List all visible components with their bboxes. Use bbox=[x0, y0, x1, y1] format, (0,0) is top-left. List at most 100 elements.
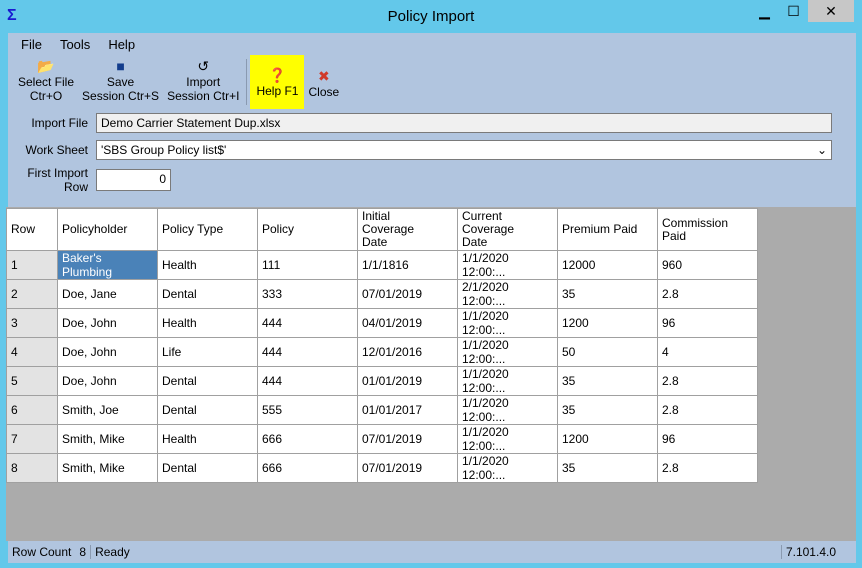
table-cell[interactable]: 96 bbox=[657, 308, 758, 338]
table-cell[interactable]: 35 bbox=[557, 279, 658, 309]
first-import-row-input[interactable]: 0 bbox=[96, 169, 171, 191]
table-cell[interactable]: Smith, Mike bbox=[57, 424, 158, 454]
table-cell[interactable]: 1200 bbox=[557, 424, 658, 454]
table-cell[interactable]: 1200 bbox=[557, 308, 658, 338]
toolbar-separator bbox=[246, 59, 248, 105]
table-cell[interactable]: 04/01/2019 bbox=[357, 308, 458, 338]
save-session-button[interactable]: ■ Save Session Ctr+S bbox=[78, 55, 163, 109]
import-session-button[interactable]: ↺ Import Session Ctr+I bbox=[163, 55, 243, 109]
import-arrow-icon: ↺ bbox=[197, 58, 210, 74]
table-cell[interactable]: 1 bbox=[6, 250, 58, 280]
table-cell[interactable]: 1/1/2020 12:00:... bbox=[457, 308, 558, 338]
table-cell[interactable]: Smith, Mike bbox=[57, 453, 158, 483]
table-cell[interactable]: 12/01/2016 bbox=[357, 337, 458, 367]
table-cell[interactable]: Dental bbox=[157, 279, 258, 309]
table-cell[interactable]: 6 bbox=[6, 395, 58, 425]
close-window-button[interactable]: ✕ bbox=[808, 0, 854, 22]
table-cell[interactable]: 2.8 bbox=[657, 395, 758, 425]
table-cell[interactable]: Doe, Jane bbox=[57, 279, 158, 309]
table-cell[interactable]: 555 bbox=[257, 395, 358, 425]
table-cell[interactable]: 35 bbox=[557, 395, 658, 425]
menu-file[interactable]: File bbox=[12, 33, 51, 55]
table-row[interactable]: 3 Doe, John Health 444 04/01/2019 1/1/2020 12… bbox=[6, 308, 758, 338]
table-cell[interactable]: 111 bbox=[257, 250, 358, 280]
column-header[interactable]: Commission Paid bbox=[657, 208, 758, 251]
table-cell[interactable]: 1/1/2020 12:00:... bbox=[457, 337, 558, 367]
table-cell[interactable]: 01/01/2019 bbox=[357, 366, 458, 396]
table-cell[interactable]: 01/01/2017 bbox=[357, 395, 458, 425]
close-x-icon: ✖ bbox=[317, 68, 330, 84]
table-cell[interactable]: 1/1/2020 12:00:... bbox=[457, 395, 558, 425]
column-header[interactable]: Premium Paid bbox=[557, 208, 658, 251]
table-cell[interactable]: Doe, John bbox=[57, 308, 158, 338]
table-cell[interactable]: 7 bbox=[6, 424, 58, 454]
table-cell[interactable]: 8 bbox=[6, 453, 58, 483]
table-cell[interactable]: 96 bbox=[657, 424, 758, 454]
table-row[interactable]: 4 Doe, John Life 444 12/01/2016 1/1/2020 12:0… bbox=[6, 337, 758, 367]
help-question-icon: ❓ bbox=[268, 67, 287, 83]
table-cell[interactable]: Life bbox=[157, 337, 258, 367]
table-cell[interactable]: Smith, Joe bbox=[57, 395, 158, 425]
table-cell[interactable]: Doe, John bbox=[57, 337, 158, 367]
import-file-field[interactable]: Demo Carrier Statement Dup.xlsx bbox=[96, 113, 832, 133]
maximize-button[interactable]: ☐ bbox=[779, 0, 808, 22]
table-row[interactable]: 6 Smith, Joe Dental 555 01/01/2017 1/1/2020 1… bbox=[6, 395, 758, 425]
table-cell[interactable]: 666 bbox=[257, 453, 358, 483]
table-cell[interactable]: 07/01/2019 bbox=[357, 279, 458, 309]
table-cell[interactable]: 12000 bbox=[557, 250, 658, 280]
table-cell[interactable]: Doe, John bbox=[57, 366, 158, 396]
table-cell[interactable]: 444 bbox=[257, 308, 358, 338]
close-button[interactable]: ✖ Close bbox=[304, 55, 343, 109]
menu-help[interactable]: Help bbox=[99, 33, 144, 55]
table-row[interactable]: 1 Baker's Plumbing Health 111 1/1/1816 1/1/20… bbox=[6, 250, 758, 280]
table-cell[interactable]: Dental bbox=[157, 366, 258, 396]
table-cell[interactable]: 50 bbox=[557, 337, 658, 367]
table-cell[interactable]: 444 bbox=[257, 366, 358, 396]
table-cell[interactable]: 07/01/2019 bbox=[357, 424, 458, 454]
table-cell[interactable]: 1/1/2020 12:00:... bbox=[457, 453, 558, 483]
table-cell[interactable]: Health bbox=[157, 308, 258, 338]
menu-tools[interactable]: Tools bbox=[51, 33, 99, 55]
column-header[interactable]: Current Coverage Date bbox=[457, 208, 558, 251]
table-row[interactable]: 7 Smith, Mike Health 666 07/01/2019 1/1/2020 … bbox=[6, 424, 758, 454]
table-cell[interactable]: 4 bbox=[6, 337, 58, 367]
column-header[interactable]: Initial Coverage Date bbox=[357, 208, 458, 251]
column-header[interactable]: Policy Type bbox=[157, 208, 258, 251]
column-header[interactable]: Policy bbox=[257, 208, 358, 251]
version-text: 7.101.4.0 bbox=[780, 545, 840, 559]
table-cell[interactable]: 2.8 bbox=[657, 453, 758, 483]
work-sheet-select[interactable]: 'SBS Group Policy list$' ⌄ bbox=[96, 140, 832, 160]
table-cell[interactable]: 3 bbox=[6, 308, 58, 338]
table-cell[interactable]: Dental bbox=[157, 453, 258, 483]
table-cell[interactable]: 2.8 bbox=[657, 279, 758, 309]
minimize-button[interactable]: ▁ bbox=[750, 0, 779, 22]
table-cell[interactable]: 444 bbox=[257, 337, 358, 367]
column-header[interactable]: Row bbox=[6, 208, 58, 251]
table-cell[interactable]: 35 bbox=[557, 453, 658, 483]
table-cell[interactable]: 1/1/2020 12:00:... bbox=[457, 424, 558, 454]
table-cell[interactable]: Dental bbox=[157, 395, 258, 425]
table-cell[interactable]: Health bbox=[157, 250, 258, 280]
table-cell[interactable]: 07/01/2019 bbox=[357, 453, 458, 483]
table-cell[interactable]: 5 bbox=[6, 366, 58, 396]
table-cell[interactable]: Health bbox=[157, 424, 258, 454]
table-cell[interactable]: 35 bbox=[557, 366, 658, 396]
table-cell[interactable]: 1/1/2020 12:00:... bbox=[457, 366, 558, 396]
table-cell[interactable]: Baker's Plumbing bbox=[57, 250, 158, 280]
select-file-button[interactable]: 📂 Select File Ctr+O bbox=[8, 55, 78, 109]
table-cell[interactable]: 1/1/1816 bbox=[357, 250, 458, 280]
table-cell[interactable]: 1/1/2020 12:00:... bbox=[457, 250, 558, 280]
table-cell[interactable]: 4 bbox=[657, 337, 758, 367]
row-count-value: 8 bbox=[79, 545, 87, 559]
table-row[interactable]: 8 Smith, Mike Dental 666 07/01/2019 1/1/2020 … bbox=[6, 453, 758, 483]
table-row[interactable]: 2 Doe, Jane Dental 333 07/01/2019 2/1/2020 12… bbox=[6, 279, 758, 309]
table-cell[interactable]: 2.8 bbox=[657, 366, 758, 396]
column-header[interactable]: Policyholder bbox=[57, 208, 158, 251]
help-button[interactable]: ❓ Help F1 bbox=[250, 55, 305, 109]
table-cell[interactable]: 2 bbox=[6, 279, 58, 309]
table-row[interactable]: 5 Doe, John Dental 444 01/01/2019 1/1/2020 12… bbox=[6, 366, 758, 396]
table-cell[interactable]: 666 bbox=[257, 424, 358, 454]
table-cell[interactable]: 2/1/2020 12:00:... bbox=[457, 279, 558, 309]
table-cell[interactable]: 333 bbox=[257, 279, 358, 309]
table-cell[interactable]: 960 bbox=[657, 250, 758, 280]
